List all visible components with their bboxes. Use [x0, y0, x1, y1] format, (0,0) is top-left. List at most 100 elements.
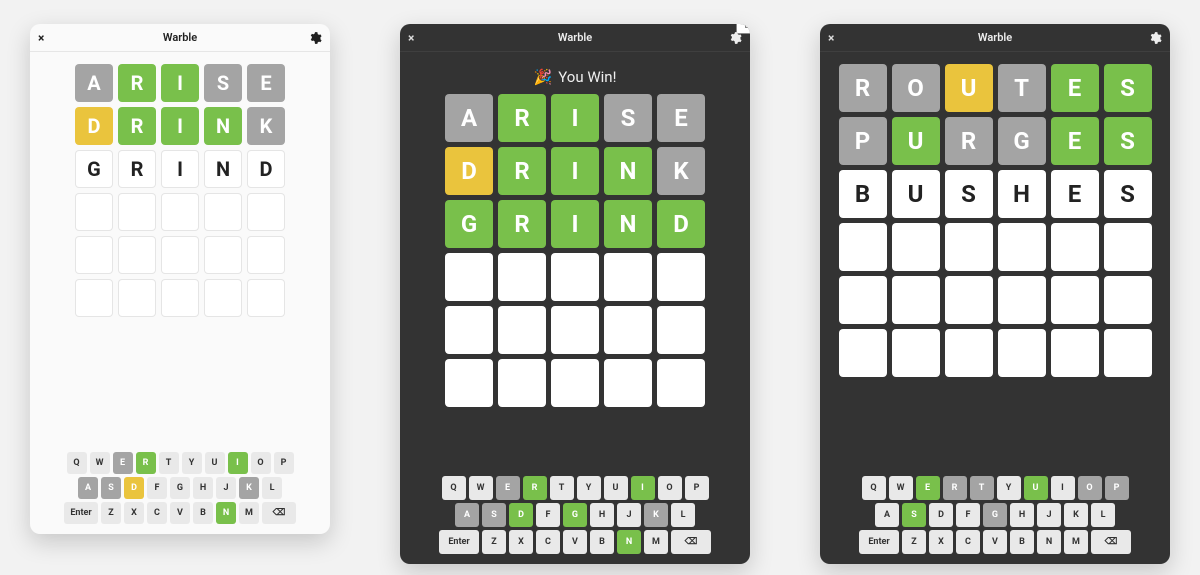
key-i[interactable]: I [228, 452, 248, 474]
key-l[interactable]: L [671, 503, 695, 527]
key-n[interactable]: N [216, 502, 236, 524]
tile [839, 276, 887, 324]
key-q[interactable]: Q [442, 476, 466, 500]
tile: R [118, 150, 156, 188]
key-w[interactable]: W [469, 476, 493, 500]
key-z[interactable]: Z [101, 502, 121, 524]
key-m[interactable]: M [1064, 530, 1088, 554]
key-r[interactable]: R [943, 476, 967, 500]
key-u[interactable]: U [1024, 476, 1048, 500]
key-s[interactable]: S [482, 503, 506, 527]
key-g[interactable]: G [983, 503, 1007, 527]
key-t[interactable]: T [550, 476, 574, 500]
window-title: Warble [978, 31, 1012, 44]
close-icon[interactable]: × [828, 32, 834, 44]
tile: R [118, 107, 156, 145]
key-z[interactable]: Z [482, 530, 506, 554]
key-v[interactable]: V [563, 530, 587, 554]
key-r[interactable]: R [523, 476, 547, 500]
enter-key[interactable]: Enter [439, 530, 479, 554]
gear-icon[interactable] [728, 31, 742, 45]
key-d[interactable]: D [124, 477, 144, 499]
gear-icon[interactable] [308, 31, 322, 45]
key-y[interactable]: Y [997, 476, 1021, 500]
key-o[interactable]: O [658, 476, 682, 500]
key-u[interactable]: U [205, 452, 225, 474]
key-u[interactable]: U [604, 476, 628, 500]
key-c[interactable]: C [956, 530, 980, 554]
key-d[interactable]: D [509, 503, 533, 527]
key-a[interactable]: A [875, 503, 899, 527]
enter-key[interactable]: Enter [859, 530, 899, 554]
backspace-key[interactable]: ⌫ [1091, 530, 1131, 554]
tile [839, 223, 887, 271]
key-m[interactable]: M [239, 502, 259, 524]
key-d[interactable]: D [929, 503, 953, 527]
backspace-key[interactable]: ⌫ [671, 530, 711, 554]
backspace-key[interactable]: ⌫ [262, 502, 296, 524]
keyboard-row: QWERTYUIOP [67, 452, 294, 474]
key-w[interactable]: W [889, 476, 913, 500]
close-icon[interactable]: × [38, 32, 44, 44]
key-n[interactable]: N [1037, 530, 1061, 554]
key-v[interactable]: V [170, 502, 190, 524]
key-o[interactable]: O [1078, 476, 1102, 500]
key-g[interactable]: G [563, 503, 587, 527]
key-y[interactable]: Y [182, 452, 202, 474]
key-s[interactable]: S [902, 503, 926, 527]
key-b[interactable]: B [193, 502, 213, 524]
key-l[interactable]: L [1091, 503, 1115, 527]
key-j[interactable]: J [617, 503, 641, 527]
key-n[interactable]: N [617, 530, 641, 554]
key-v[interactable]: V [983, 530, 1007, 554]
key-x[interactable]: X [929, 530, 953, 554]
key-t[interactable]: T [970, 476, 994, 500]
key-r[interactable]: R [136, 452, 156, 474]
key-b[interactable]: B [590, 530, 614, 554]
key-k[interactable]: K [1064, 503, 1088, 527]
key-i[interactable]: I [1051, 476, 1075, 500]
key-s[interactable]: S [101, 477, 121, 499]
key-j[interactable]: J [1037, 503, 1061, 527]
keyboard-row: EnterZXCVBNM⌫ [859, 530, 1131, 554]
key-z[interactable]: Z [902, 530, 926, 554]
enter-key[interactable]: Enter [64, 502, 98, 524]
gear-icon[interactable] [1148, 31, 1162, 45]
key-e[interactable]: E [916, 476, 940, 500]
key-q[interactable]: Q [67, 452, 87, 474]
key-f[interactable]: F [536, 503, 560, 527]
key-q[interactable]: Q [862, 476, 886, 500]
key-e[interactable]: E [113, 452, 133, 474]
key-k[interactable]: K [644, 503, 668, 527]
key-h[interactable]: H [1010, 503, 1034, 527]
key-a[interactable]: A [455, 503, 479, 527]
window-title: Warble [163, 31, 197, 44]
key-a[interactable]: A [78, 477, 98, 499]
key-c[interactable]: C [147, 502, 167, 524]
key-f[interactable]: F [147, 477, 167, 499]
key-k[interactable]: K [239, 477, 259, 499]
key-p[interactable]: P [1105, 476, 1129, 500]
tile: O [892, 64, 940, 112]
key-p[interactable]: P [274, 452, 294, 474]
key-y[interactable]: Y [577, 476, 601, 500]
key-h[interactable]: H [193, 477, 213, 499]
key-h[interactable]: H [590, 503, 614, 527]
key-x[interactable]: X [509, 530, 533, 554]
key-x[interactable]: X [124, 502, 144, 524]
key-p[interactable]: P [685, 476, 709, 500]
key-m[interactable]: M [644, 530, 668, 554]
close-icon[interactable]: × [408, 32, 414, 44]
key-f[interactable]: F [956, 503, 980, 527]
key-o[interactable]: O [251, 452, 271, 474]
tile: D [75, 107, 113, 145]
key-l[interactable]: L [262, 477, 282, 499]
key-w[interactable]: W [90, 452, 110, 474]
key-c[interactable]: C [536, 530, 560, 554]
key-t[interactable]: T [159, 452, 179, 474]
key-e[interactable]: E [496, 476, 520, 500]
key-i[interactable]: I [631, 476, 655, 500]
key-b[interactable]: B [1010, 530, 1034, 554]
key-j[interactable]: J [216, 477, 236, 499]
key-g[interactable]: G [170, 477, 190, 499]
